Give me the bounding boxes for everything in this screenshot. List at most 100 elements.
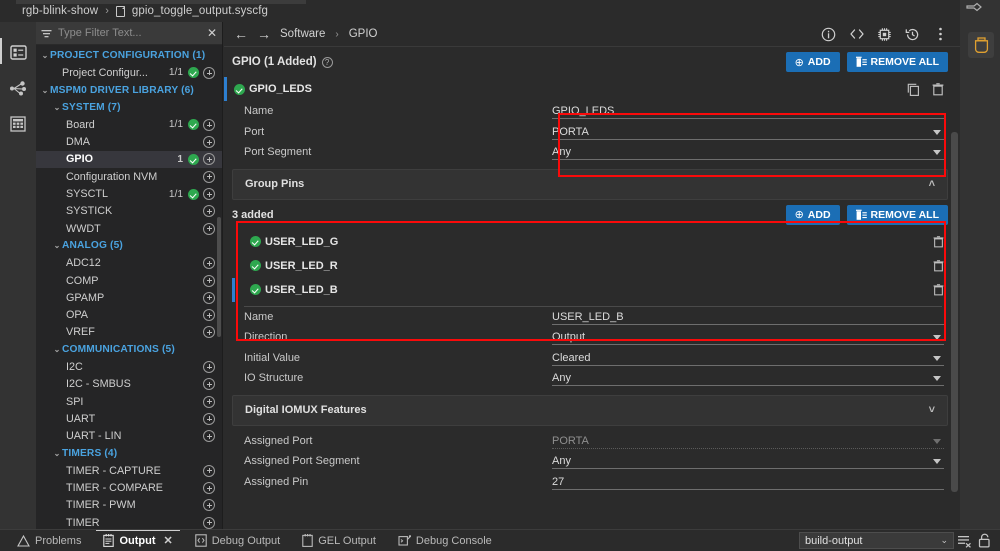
overflow-menu-icon[interactable] — [931, 25, 950, 44]
chevron-down-icon[interactable]: ⌄ — [40, 51, 50, 60]
chevron-up-icon[interactable]: ˄ — [929, 178, 935, 190]
add-module-icon[interactable] — [203, 309, 215, 322]
remove-all-pins-button[interactable]: REMOVE ALL — [846, 204, 948, 225]
select-io-structure[interactable]: Any — [552, 370, 944, 387]
chevron-down-icon[interactable]: ⌄ — [52, 241, 62, 250]
chevron-down-icon[interactable]: ⌄ — [52, 103, 62, 112]
sidebar-item-gpio[interactable]: GPIO 1 — [36, 150, 222, 169]
sidebar-item-dma[interactable]: DMA — [36, 133, 222, 150]
filter-input[interactable] — [58, 27, 200, 39]
field-control[interactable]: PORTA — [552, 124, 960, 140]
select-port-segment[interactable]: Any — [552, 144, 944, 161]
trash-icon[interactable] — [932, 82, 944, 96]
memory-view-icon[interactable] — [0, 106, 36, 142]
input-name[interactable]: GPIO_LEDS — [552, 103, 944, 120]
sidebar-item-vref[interactable]: VREF — [36, 324, 222, 341]
chevron-down-icon[interactable]: ⌄ — [52, 449, 62, 458]
add-module-icon[interactable] — [203, 170, 215, 183]
sidebar-item-timer-capture[interactable]: TIMER - CAPTURE — [36, 462, 222, 479]
bottom-tab-debug-output[interactable]: Debug Output — [184, 530, 292, 551]
field-control[interactable]: Any — [552, 453, 960, 470]
add-module-icon[interactable] — [203, 378, 215, 391]
add-module-icon[interactable] — [203, 188, 215, 201]
sidebar-item-timers-4[interactable]: ⌄ TIMERS (4) — [36, 445, 222, 462]
sidebar-item-i2c-smbus[interactable]: I2C - SMBUS — [36, 376, 222, 393]
sidebar-item-spi[interactable]: SPI — [36, 393, 222, 410]
select-initial-value[interactable]: Cleared — [552, 350, 944, 366]
add-module-icon[interactable] — [203, 66, 215, 79]
add-module-icon[interactable] — [203, 136, 215, 149]
output-source-selector[interactable]: build-output ⌄ — [799, 532, 954, 549]
gpio-instance-header[interactable]: GPIO_LEDS — [224, 77, 960, 101]
chip-icon[interactable] — [875, 25, 894, 44]
add-gpio-button[interactable]: ⊕ ADD — [785, 52, 840, 72]
sidebar-item-timer[interactable]: TIMER — [36, 514, 222, 529]
nav-back-icon[interactable]: ← — [234, 27, 248, 41]
add-module-icon[interactable] — [203, 257, 215, 270]
info-icon[interactable] — [819, 25, 838, 44]
software-graph-icon[interactable] — [0, 70, 36, 106]
sidebar-item-project-configuration-1[interactable]: ⌄ PROJECT CONFIGURATION (1) — [36, 47, 222, 64]
sidebar-item-gpamp[interactable]: GPAMP — [36, 289, 222, 306]
group-pins-card-header[interactable]: Group Pins ˄ — [233, 170, 947, 199]
chevron-down-icon[interactable]: ˅ — [929, 404, 935, 416]
clear-filter-icon[interactable]: ✕ — [205, 27, 219, 39]
field-control[interactable]: PORTA — [552, 433, 960, 449]
sidebar-item-sysctl[interactable]: SYSCTL 1/1 — [36, 185, 222, 202]
sidebar-item-communications-5[interactable]: ⌄ COMMUNICATIONS (5) — [36, 341, 222, 358]
copy-icon[interactable] — [907, 83, 920, 96]
sidebar-item-uart-lin[interactable]: UART - LIN — [36, 428, 222, 445]
field-control[interactable]: USER_LED_B — [552, 309, 960, 325]
code-icon[interactable] — [847, 25, 866, 44]
unlock-icon[interactable] — [974, 531, 994, 551]
sidebar-item-project-configur[interactable]: Project Configur... 1/1 — [36, 64, 222, 81]
sidebar-item-configuration-nvm[interactable]: Configuration NVM — [36, 168, 222, 185]
bottom-tab-problems[interactable]: Problems — [6, 530, 92, 551]
input-name[interactable]: USER_LED_B — [552, 309, 944, 325]
bottom-tab-gel-output[interactable]: GEL Output — [291, 530, 387, 551]
add-module-icon[interactable] — [203, 291, 215, 304]
usb-device-icon[interactable] — [968, 32, 994, 58]
add-module-icon[interactable] — [203, 205, 215, 218]
select-assigned-port-segment[interactable]: Any — [552, 453, 944, 470]
sidebar-scrollbar-thumb[interactable] — [217, 217, 221, 337]
field-control[interactable]: Output — [552, 329, 960, 346]
breadcrumb-file[interactable]: gpio_toggle_output.syscfg — [132, 5, 268, 17]
sidebar-item-wwdt[interactable]: WWDT — [36, 220, 222, 237]
add-module-icon[interactable] — [203, 499, 215, 512]
nav-crumb-software[interactable]: Software — [280, 28, 325, 40]
remove-all-gpio-button[interactable]: REMOVE ALL — [846, 52, 948, 72]
sidebar-item-comp[interactable]: COMP — [36, 272, 222, 289]
clear-console-icon[interactable] — [954, 531, 974, 551]
pin-list-item[interactable]: USER_LED_B — [224, 277, 960, 302]
pin-icon[interactable] — [965, 2, 983, 16]
field-control[interactable]: Any — [552, 144, 960, 161]
add-module-icon[interactable] — [203, 482, 215, 495]
sidebar-item-analog-5[interactable]: ⌄ ANALOG (5) — [36, 237, 222, 254]
close-icon[interactable]: ✕ — [164, 534, 173, 547]
add-module-icon[interactable] — [203, 274, 215, 287]
breadcrumb-project[interactable]: rgb-blink-show — [22, 5, 98, 17]
add-module-icon[interactable] — [203, 118, 215, 131]
field-control[interactable]: 27 — [552, 474, 960, 490]
board-view-icon[interactable] — [0, 34, 36, 70]
select-port[interactable]: PORTA — [552, 124, 944, 140]
add-module-icon[interactable] — [203, 326, 215, 339]
chevron-down-icon[interactable]: ⌄ — [40, 86, 50, 95]
sidebar-item-system-7[interactable]: ⌄ SYSTEM (7) — [36, 99, 222, 116]
sidebar-item-timer-compare[interactable]: TIMER - COMPARE — [36, 479, 222, 496]
chevron-down-icon[interactable]: ⌄ — [52, 345, 62, 354]
add-pin-button[interactable]: ⊕ ADD — [785, 204, 840, 225]
nav-forward-icon[interactable]: → — [257, 27, 271, 41]
add-module-icon[interactable] — [203, 395, 215, 408]
help-icon[interactable]: ? — [321, 56, 333, 68]
add-module-icon[interactable] — [203, 222, 215, 235]
pin-list-item[interactable]: USER_LED_G — [224, 230, 960, 254]
pin-list-item[interactable]: USER_LED_R — [224, 254, 960, 278]
add-module-icon[interactable] — [203, 153, 215, 166]
select-direction[interactable]: Output — [552, 329, 944, 346]
add-module-icon[interactable] — [203, 360, 215, 373]
sidebar-item-opa[interactable]: OPA — [36, 306, 222, 323]
sidebar-item-mspm0-driver-library-6[interactable]: ⌄ MSPM0 DRIVER LIBRARY (6) — [36, 82, 222, 99]
nav-crumb-gpio[interactable]: GPIO — [349, 28, 378, 40]
